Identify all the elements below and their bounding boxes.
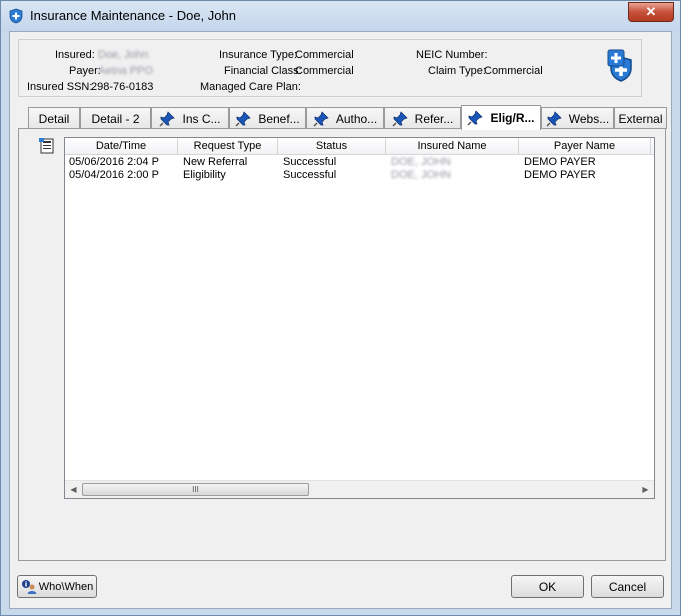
tab-autho[interactable]: Autho...	[306, 107, 384, 129]
cancel-button[interactable]: Cancel	[591, 575, 664, 598]
app-shield-icon	[9, 8, 23, 24]
tab-webs[interactable]: Webs...	[541, 107, 614, 129]
cell-status: Successful	[283, 156, 337, 168]
insured-label: Insured:	[55, 49, 95, 61]
who-when-label: Who\When	[38, 580, 94, 593]
grid-header: Date/Time Request Type Status Insured Na…	[65, 138, 654, 155]
pin-icon	[467, 110, 484, 126]
cell-payer-name: DEMO PAYER	[524, 156, 596, 168]
neic-label: NEIC Number:	[416, 49, 488, 61]
cell-request-type: New Referral	[183, 156, 248, 168]
eligibility-requests-grid: Date/Time Request Type Status Insured Na…	[64, 137, 655, 499]
ok-button[interactable]: OK	[511, 575, 584, 598]
cell-request-type: Eligibility	[183, 169, 226, 181]
insurance-maintenance-window: Insurance Maintenance - Doe, John ✕ Insu…	[0, 0, 681, 616]
tab-strip: Detail Detail - 2 Ins C... Benef... Autho...…	[18, 105, 668, 130]
claim-type-label: Claim Type:	[428, 65, 486, 77]
tab-label: Refer...	[414, 111, 454, 126]
client-area: Insured: Doe, John Payer: Aetna PPO Insu…	[9, 31, 672, 609]
tab-elig-r[interactable]: Elig/R...	[461, 105, 541, 130]
tab-detail-2[interactable]: Detail - 2	[80, 107, 151, 129]
managed-care-label: Managed Care Plan:	[200, 81, 301, 93]
tab-label: External	[618, 111, 663, 126]
horizontal-scrollbar[interactable]: ◀ III ▶	[65, 480, 654, 498]
close-button[interactable]: ✕	[628, 2, 674, 22]
tab-label: Benef...	[258, 111, 300, 126]
tab-external[interactable]: External	[614, 107, 667, 129]
cell-date: 05/04/2016 2:00 P	[69, 169, 159, 181]
insurance-shield-icon	[607, 49, 632, 82]
tab-refer[interactable]: Refer...	[384, 107, 461, 129]
tab-label: Autho...	[335, 111, 378, 126]
column-header-status[interactable]: Status	[278, 138, 386, 155]
tab-label: Ins C...	[182, 111, 221, 126]
info-person-icon	[21, 579, 37, 594]
tab-label: Webs...	[568, 111, 610, 126]
cell-payer-name: DEMO PAYER	[524, 169, 596, 181]
title-bar[interactable]: Insurance Maintenance - Doe, John ✕	[1, 1, 680, 31]
cell-status: Successful	[283, 169, 337, 181]
insurance-header-panel: Insured: Doe, John Payer: Aetna PPO Insu…	[18, 39, 642, 97]
tab-ins-c[interactable]: Ins C...	[151, 107, 229, 129]
claim-type-value: Commercial	[484, 65, 543, 77]
cell-date: 05/06/2016 2:04 P	[69, 156, 159, 168]
tab-benef[interactable]: Benef...	[229, 107, 306, 129]
insurance-type-value: Commercial	[295, 49, 354, 61]
column-header-date[interactable]: Date/Time	[65, 138, 178, 155]
insurance-type-label: Insurance Type:	[219, 49, 298, 61]
who-when-button[interactable]: Who\When	[17, 575, 97, 598]
pin-icon	[546, 110, 562, 127]
cell-insured-name: DOE, JOHN	[391, 169, 451, 181]
pin-icon	[235, 110, 251, 127]
scroll-right-icon[interactable]: ▶	[637, 481, 654, 498]
financial-class-value: Commercial	[295, 65, 354, 77]
insured-value: Doe, John	[98, 49, 149, 61]
elig-tab-panel: Date/Time Request Type Status Insured Na…	[18, 128, 666, 561]
tab-detail[interactable]: Detail	[28, 107, 80, 129]
ssn-label: Insured SSN:	[27, 81, 93, 93]
window-title: Insurance Maintenance - Doe, John	[30, 8, 236, 23]
column-header-insured-name[interactable]: Insured Name	[386, 138, 519, 155]
tab-label: Elig/R...	[490, 111, 535, 125]
ssn-value: 298-76-0183	[91, 81, 154, 93]
column-header-request-type[interactable]: Request Type	[178, 138, 278, 155]
cell-insured-name: DOE, JOHN	[391, 156, 451, 168]
tab-label: Detail - 2	[91, 111, 140, 126]
pin-icon	[159, 110, 176, 127]
scroll-left-icon[interactable]: ◀	[65, 481, 82, 498]
report-icon[interactable]	[39, 138, 55, 154]
payer-value: Aetna PPO	[98, 65, 154, 77]
financial-class-label: Financial Class:	[224, 65, 302, 77]
scroll-thumb[interactable]: III	[82, 483, 309, 496]
pin-icon	[313, 110, 329, 127]
payer-label: Payer:	[69, 65, 101, 77]
pin-icon	[392, 110, 408, 127]
column-header-payer-name[interactable]: Payer Name	[519, 138, 651, 155]
tab-label: Detail	[38, 111, 70, 126]
